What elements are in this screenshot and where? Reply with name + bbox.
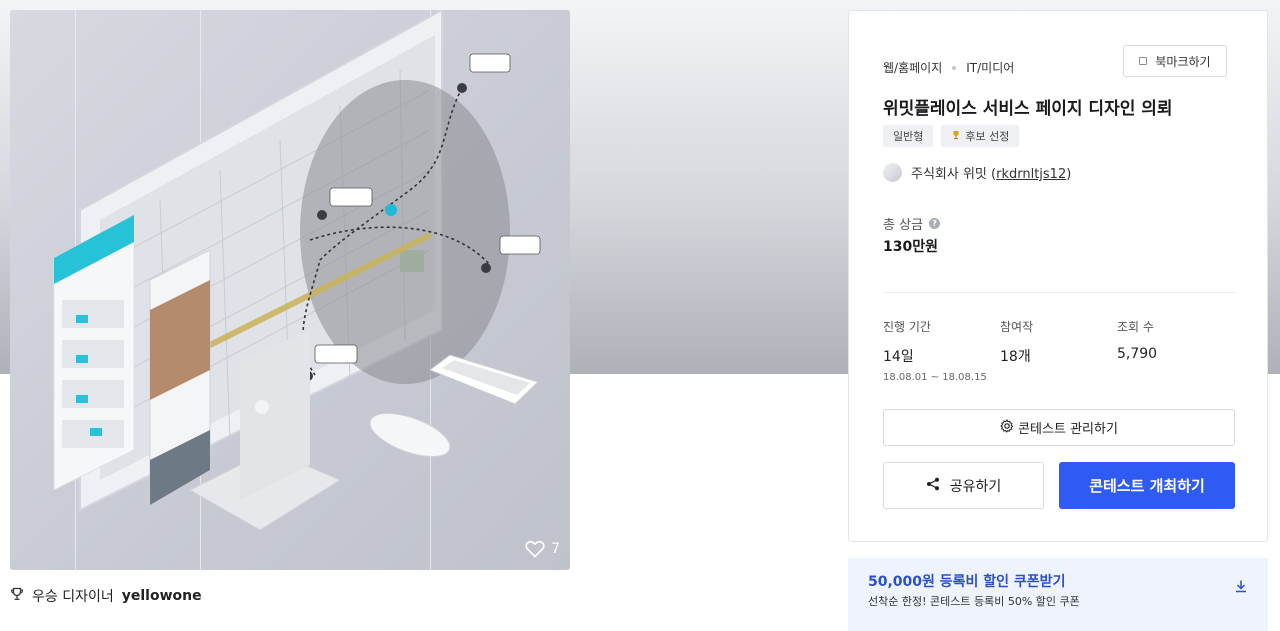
heart-icon[interactable] [525, 540, 545, 558]
tag-type: 일반형 [883, 125, 934, 147]
winner-name[interactable]: yellowone [122, 588, 202, 604]
stat-entries: 참여작 18개 [1000, 318, 1033, 366]
gear-icon [1000, 418, 1014, 437]
share-button[interactable]: 공유하기 [883, 462, 1044, 509]
period-label: 진행 기간 [883, 320, 931, 334]
like-counter[interactable]: 7 [525, 540, 560, 558]
separator-dot [952, 65, 957, 70]
host-close: ) [1066, 167, 1072, 182]
category-breadcrumb: 웹/홈페이지 IT/미디어 [883, 59, 1014, 76]
divider [883, 292, 1235, 293]
tag-candidate-label: 후보 선정 [965, 130, 1010, 143]
host-info: 주식회사 위밋 (rkdrnltjs12) [883, 163, 1071, 182]
download-icon[interactable] [1234, 578, 1248, 597]
tag-candidate: 후보 선정 [941, 125, 1020, 147]
share-label: 공유하기 [949, 478, 1002, 495]
bookmark-checkbox-icon [1139, 57, 1148, 65]
contest-hero-image[interactable]: 7 [10, 10, 570, 570]
manage-contest-label: 콘테스트 관리하기 [1018, 422, 1118, 437]
entries-label: 참여작 [1000, 320, 1034, 334]
views-label: 조회 수 [1117, 320, 1154, 334]
period-dates: 18.08.01 ~ 18.08.15 [883, 372, 987, 383]
prize-value: 130만원 [883, 239, 938, 255]
stat-period: 진행 기간 14일 18.08.01 ~ 18.08.15 [883, 318, 987, 383]
category-secondary[interactable]: IT/미디어 [966, 59, 1014, 76]
host-contest-button[interactable]: 콘테스트 개최하기 [1059, 462, 1235, 509]
coupon-banner[interactable]: 50,000원 등록비 할인 쿠폰받기 선착순 한정! 콘테스트 등록비 50%… [848, 558, 1268, 631]
host-contest-label: 콘테스트 개최하기 [1089, 477, 1205, 495]
prize-label: 총 상금 ? [883, 214, 941, 233]
share-icon [926, 477, 940, 495]
imac-mockup-illustration [53, 10, 541, 570]
trophy-icon [951, 130, 961, 143]
winner-label: 우승 디자이너 [32, 589, 114, 605]
winner-designer: 우승 디자이너 yellowone [10, 586, 202, 606]
tag-type-label: 일반형 [893, 130, 924, 143]
help-icon[interactable]: ? [929, 218, 941, 229]
trophy-icon [10, 587, 24, 605]
coupon-title: 50,000원 등록비 할인 쿠폰받기 [868, 574, 1066, 590]
views-value: 5,790 [1117, 346, 1158, 362]
contest-tags: 일반형 후보 선정 [883, 125, 1020, 147]
likes-count: 7 [551, 541, 560, 557]
contest-info-card: 웹/홈페이지 IT/미디어 북마크하기 위밋플레이스 서비스 페이지 디자인 의… [848, 10, 1268, 542]
bookmark-button[interactable]: 북마크하기 [1123, 45, 1227, 77]
host-name: 주식회사 위밋 ( [911, 167, 997, 182]
category-primary[interactable]: 웹/홈페이지 [883, 59, 942, 76]
period-value: 14일 [883, 349, 914, 365]
host-id-link[interactable]: rkdrnltjs12 [996, 167, 1066, 182]
avatar [883, 163, 902, 182]
entries-value: 18개 [1000, 349, 1031, 365]
prize-label-text: 총 상금 [883, 218, 924, 233]
manage-contest-button[interactable]: 콘테스트 관리하기 [883, 409, 1235, 446]
bookmark-label: 북마크하기 [1155, 54, 1211, 69]
contest-title: 위밋플레이스 서비스 페이지 디자인 의뢰 [883, 99, 1173, 119]
coupon-subtitle: 선착순 한정! 콘테스트 등록비 50% 할인 쿠폰 [868, 595, 1080, 608]
stat-views: 조회 수 5,790 [1117, 318, 1157, 362]
